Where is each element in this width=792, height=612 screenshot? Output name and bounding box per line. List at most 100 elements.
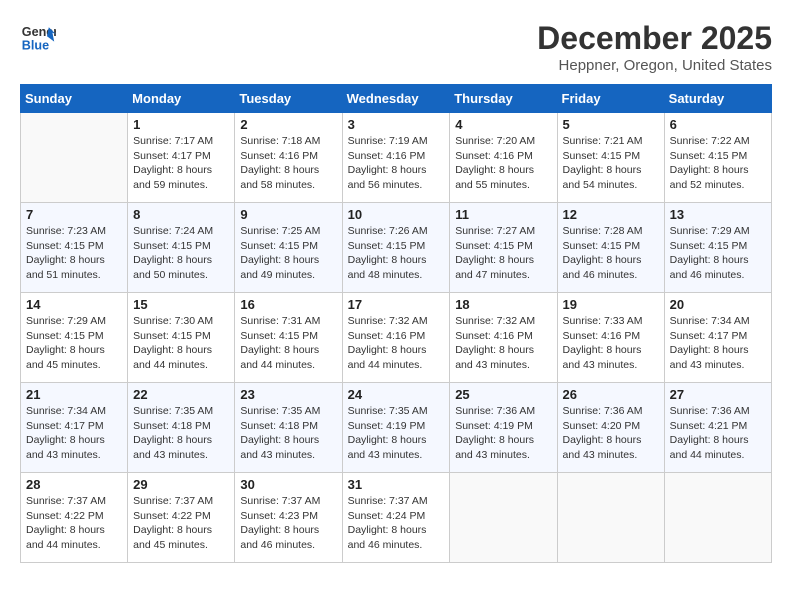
weekday-monday: Monday	[128, 85, 235, 113]
day-info: Sunrise: 7:28 AM Sunset: 4:15 PM Dayligh…	[563, 224, 659, 283]
day-info: Sunrise: 7:29 AM Sunset: 4:15 PM Dayligh…	[670, 224, 766, 283]
calendar-cell	[21, 113, 128, 203]
day-info: Sunrise: 7:32 AM Sunset: 4:16 PM Dayligh…	[455, 314, 551, 373]
day-info: Sunrise: 7:37 AM Sunset: 4:22 PM Dayligh…	[133, 494, 229, 553]
svg-text:Blue: Blue	[22, 39, 49, 53]
day-info: Sunrise: 7:22 AM Sunset: 4:15 PM Dayligh…	[670, 134, 766, 193]
day-number: 9	[240, 207, 336, 222]
day-info: Sunrise: 7:35 AM Sunset: 4:18 PM Dayligh…	[240, 404, 336, 463]
day-info: Sunrise: 7:35 AM Sunset: 4:19 PM Dayligh…	[348, 404, 445, 463]
calendar-cell: 28Sunrise: 7:37 AM Sunset: 4:22 PM Dayli…	[21, 473, 128, 563]
calendar-cell: 16Sunrise: 7:31 AM Sunset: 4:15 PM Dayli…	[235, 293, 342, 383]
day-info: Sunrise: 7:21 AM Sunset: 4:15 PM Dayligh…	[563, 134, 659, 193]
calendar-cell: 12 Sunrise: 7:28 AM Sunset: 4:15 PM Dayli…	[557, 203, 664, 293]
day-number: 25	[455, 387, 551, 402]
day-number: 28	[26, 477, 122, 492]
day-info: Sunrise: 7:17 AM Sunset: 4:17 PM Dayligh…	[133, 134, 229, 193]
day-info: Sunrise: 7:23 AM Sunset: 4:15 PM Dayligh…	[26, 224, 122, 283]
calendar-week-4: 21 Sunrise: 7:34 AM Sunset: 4:17 PM Dayli…	[21, 383, 772, 473]
calendar-week-5: 28 Sunrise: 7:37 AM Sunset: 4:22 PM Dayli…	[21, 473, 772, 563]
calendar-cell: 14 Sunrise: 7:29 AM Sunset: 4:15 PM Dayli…	[21, 293, 128, 383]
day-number: 12	[563, 207, 659, 222]
calendar-cell: 10 Sunrise: 7:26 AM Sunset: 4:15 PM Dayli…	[342, 203, 450, 293]
calendar-cell: 24 Sunrise: 7:35 AM Sunset: 4:19 PM Dayli…	[342, 383, 450, 473]
day-info: Sunrise: 7:36 AM Sunset: 4:19 PM Dayligh…	[455, 404, 551, 463]
day-number: 30	[240, 477, 336, 492]
day-info: Sunrise: 7:36 AM Sunset: 4:20 PM Dayligh…	[563, 404, 659, 463]
calendar-cell	[450, 473, 557, 563]
calendar-cell: 19 Sunrise: 7:33 AM Sunset: 4:16 PM Dayli…	[557, 293, 664, 383]
calendar-cell: 6 Sunrise: 7:22 AM Sunset: 4:15 PM Daylig…	[664, 113, 771, 203]
day-info: Sunrise: 7:20 AM Sunset: 4:16 PM Dayligh…	[455, 134, 551, 193]
day-number: 14	[26, 297, 122, 312]
calendar-cell: 26 Sunrise: 7:36 AM Sunset: 4:20 PM Dayli…	[557, 383, 664, 473]
day-info: Sunrise: 7:25 AM Sunset: 4:15 PM Dayligh…	[240, 224, 336, 283]
day-info: Sunrise: 7:34 AM Sunset: 4:17 PM Dayligh…	[26, 404, 122, 463]
day-info: Sunrise: 7:37 AM Sunset: 4:24 PM Dayligh…	[348, 494, 445, 553]
calendar-cell: 29Sunrise: 7:37 AM Sunset: 4:22 PM Dayli…	[128, 473, 235, 563]
day-number: 23	[240, 387, 336, 402]
day-number: 24	[348, 387, 445, 402]
calendar-cell: 20 Sunrise: 7:34 AM Sunset: 4:17 PM Dayli…	[664, 293, 771, 383]
day-number: 11	[455, 207, 551, 222]
day-number: 8	[133, 207, 229, 222]
calendar-cell: 3Sunrise: 7:19 AM Sunset: 4:16 PM Daylig…	[342, 113, 450, 203]
day-info: Sunrise: 7:24 AM Sunset: 4:15 PM Dayligh…	[133, 224, 229, 283]
day-info: Sunrise: 7:26 AM Sunset: 4:15 PM Dayligh…	[348, 224, 445, 283]
weekday-sunday: Sunday	[21, 85, 128, 113]
calendar-cell: 18 Sunrise: 7:32 AM Sunset: 4:16 PM Dayli…	[450, 293, 557, 383]
calendar-cell: 4 Sunrise: 7:20 AM Sunset: 4:16 PM Daylig…	[450, 113, 557, 203]
day-info: Sunrise: 7:32 AM Sunset: 4:16 PM Dayligh…	[348, 314, 445, 373]
day-number: 22	[133, 387, 229, 402]
calendar-cell: 2 Sunrise: 7:18 AM Sunset: 4:16 PM Daylig…	[235, 113, 342, 203]
day-info: Sunrise: 7:33 AM Sunset: 4:16 PM Dayligh…	[563, 314, 659, 373]
weekday-header-row: SundayMondayTuesdayWednesdayThursdayFrid…	[21, 85, 772, 113]
day-number: 16	[240, 297, 336, 312]
day-number: 10	[348, 207, 445, 222]
day-info: Sunrise: 7:29 AM Sunset: 4:15 PM Dayligh…	[26, 314, 122, 373]
calendar-cell: 23 Sunrise: 7:35 AM Sunset: 4:18 PM Dayli…	[235, 383, 342, 473]
calendar-week-2: 7 Sunrise: 7:23 AM Sunset: 4:15 PM Daylig…	[21, 203, 772, 293]
logo-icon: General Blue	[20, 20, 56, 56]
day-number: 21	[26, 387, 122, 402]
day-info: Sunrise: 7:37 AM Sunset: 4:23 PM Dayligh…	[240, 494, 336, 553]
calendar-cell: 7 Sunrise: 7:23 AM Sunset: 4:15 PM Daylig…	[21, 203, 128, 293]
day-number: 26	[563, 387, 659, 402]
day-number: 15	[133, 297, 229, 312]
calendar-cell: 30 Sunrise: 7:37 AM Sunset: 4:23 PM Dayli…	[235, 473, 342, 563]
calendar-cell: 21 Sunrise: 7:34 AM Sunset: 4:17 PM Dayli…	[21, 383, 128, 473]
calendar-table: SundayMondayTuesdayWednesdayThursdayFrid…	[20, 84, 772, 563]
day-number: 5	[563, 117, 659, 132]
calendar-cell: 9 Sunrise: 7:25 AM Sunset: 4:15 PM Daylig…	[235, 203, 342, 293]
weekday-saturday: Saturday	[664, 85, 771, 113]
calendar-cell: 17Sunrise: 7:32 AM Sunset: 4:16 PM Dayli…	[342, 293, 450, 383]
calendar-cell: 25 Sunrise: 7:36 AM Sunset: 4:19 PM Dayli…	[450, 383, 557, 473]
day-number: 4	[455, 117, 551, 132]
weekday-friday: Friday	[557, 85, 664, 113]
day-info: Sunrise: 7:18 AM Sunset: 4:16 PM Dayligh…	[240, 134, 336, 193]
day-info: Sunrise: 7:34 AM Sunset: 4:17 PM Dayligh…	[670, 314, 766, 373]
day-info: Sunrise: 7:35 AM Sunset: 4:18 PM Dayligh…	[133, 404, 229, 463]
title-block: December 2025 Heppner, Oregon, United St…	[537, 20, 772, 74]
day-info: Sunrise: 7:19 AM Sunset: 4:16 PM Dayligh…	[348, 134, 445, 193]
calendar-week-3: 14 Sunrise: 7:29 AM Sunset: 4:15 PM Dayli…	[21, 293, 772, 383]
day-number: 7	[26, 207, 122, 222]
calendar-cell: 8 Sunrise: 7:24 AM Sunset: 4:15 PM Daylig…	[128, 203, 235, 293]
calendar-week-1: 1Sunrise: 7:17 AM Sunset: 4:17 PM Daylig…	[21, 113, 772, 203]
page-header: General Blue December 2025 Heppner, Oreg…	[20, 20, 772, 74]
logo: General Blue	[20, 20, 56, 56]
calendar-cell: 15Sunrise: 7:30 AM Sunset: 4:15 PM Dayli…	[128, 293, 235, 383]
calendar-cell: 1Sunrise: 7:17 AM Sunset: 4:17 PM Daylig…	[128, 113, 235, 203]
day-number: 6	[670, 117, 766, 132]
day-number: 19	[563, 297, 659, 312]
day-number: 13	[670, 207, 766, 222]
day-number: 18	[455, 297, 551, 312]
calendar-cell: 27Sunrise: 7:36 AM Sunset: 4:21 PM Dayli…	[664, 383, 771, 473]
calendar-cell: 11Sunrise: 7:27 AM Sunset: 4:15 PM Dayli…	[450, 203, 557, 293]
day-info: Sunrise: 7:36 AM Sunset: 4:21 PM Dayligh…	[670, 404, 766, 463]
day-number: 20	[670, 297, 766, 312]
calendar-cell	[664, 473, 771, 563]
day-number: 2	[240, 117, 336, 132]
calendar-cell: 22 Sunrise: 7:35 AM Sunset: 4:18 PM Dayli…	[128, 383, 235, 473]
calendar-cell	[557, 473, 664, 563]
